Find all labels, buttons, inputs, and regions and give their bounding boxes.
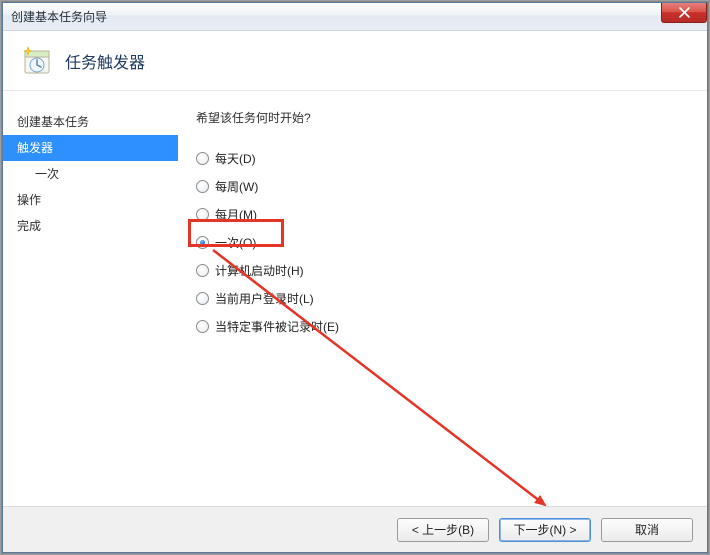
sidebar-item-trigger[interactable]: 触发器 (3, 135, 178, 161)
sidebar-item-action[interactable]: 操作 (3, 187, 178, 213)
radio-label: 每月(M) (215, 206, 257, 223)
radio-on-logon[interactable]: 当前用户登录时(L) (196, 284, 707, 312)
radio-indicator (196, 152, 209, 165)
task-scheduler-icon (21, 45, 53, 77)
radio-label: 当特定事件被记录时(E) (215, 318, 339, 335)
radio-label: 每天(D) (215, 150, 256, 167)
radio-on-event[interactable]: 当特定事件被记录时(E) (196, 312, 707, 340)
trigger-options: 每天(D) 每周(W) 每月(M) 一次(O) 计算机启动时(H) (178, 144, 707, 340)
radio-indicator (196, 320, 209, 333)
wizard-steps-sidebar: 创建基本任务 触发器 一次 操作 完成 (3, 91, 178, 506)
radio-indicator (196, 292, 209, 305)
window-title: 创建基本任务向导 (11, 8, 107, 25)
sidebar-item-finish[interactable]: 完成 (3, 213, 178, 239)
next-button[interactable]: 下一步(N) > (499, 518, 591, 542)
radio-once[interactable]: 一次(O) (196, 228, 707, 256)
wizard-body: 创建基本任务 触发器 一次 操作 完成 希望该任务何时开始? 每天(D) 每周(… (3, 91, 707, 506)
wizard-window: 创建基本任务向导 任务触发器 创建基本任务 触发器 一次 操作 完成 (2, 2, 708, 553)
radio-indicator (196, 264, 209, 277)
page-title: 任务触发器 (65, 49, 145, 73)
radio-label: 每周(W) (215, 178, 258, 195)
close-icon (679, 7, 690, 18)
titlebar: 创建基本任务向导 (3, 3, 707, 31)
wizard-footer: < 上一步(B) 下一步(N) > 取消 (3, 506, 707, 552)
wizard-header: 任务触发器 (3, 31, 707, 91)
radio-on-boot[interactable]: 计算机启动时(H) (196, 256, 707, 284)
trigger-prompt: 希望该任务何时开始? (178, 109, 707, 126)
sidebar-item-once[interactable]: 一次 (3, 161, 178, 187)
radio-indicator (196, 236, 209, 249)
sidebar-item-create-task[interactable]: 创建基本任务 (3, 109, 178, 135)
radio-daily[interactable]: 每天(D) (196, 144, 707, 172)
wizard-content: 希望该任务何时开始? 每天(D) 每周(W) 每月(M) 一次(O) (178, 91, 707, 506)
cancel-button[interactable]: 取消 (601, 518, 693, 542)
radio-label: 计算机启动时(H) (215, 262, 304, 279)
radio-monthly[interactable]: 每月(M) (196, 200, 707, 228)
back-button[interactable]: < 上一步(B) (397, 518, 489, 542)
radio-indicator (196, 180, 209, 193)
radio-label: 一次(O) (215, 234, 256, 251)
radio-label: 当前用户登录时(L) (215, 290, 314, 307)
radio-weekly[interactable]: 每周(W) (196, 172, 707, 200)
close-button[interactable] (661, 3, 707, 23)
radio-indicator (196, 208, 209, 221)
